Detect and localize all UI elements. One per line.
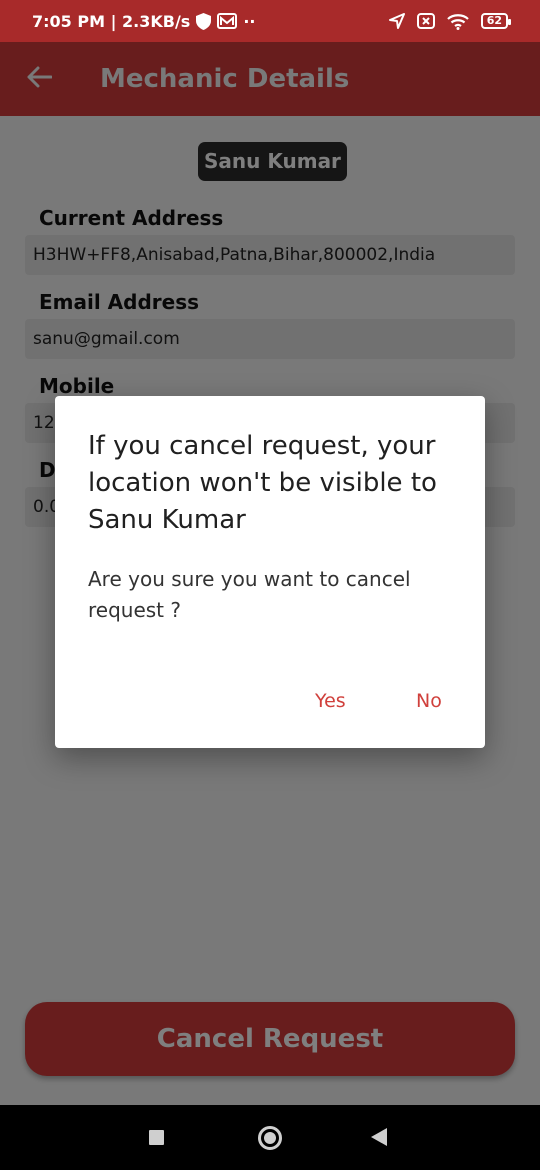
dialog-message: Are you sure you want to cancel request …: [88, 567, 411, 622]
status-bar: 7:05 PM | 2.3KB/s ·· 62: [0, 0, 540, 42]
status-time-speed: 7:05 PM | 2.3KB/s: [32, 11, 191, 31]
location-arrow-icon: [388, 13, 405, 29]
shield-icon: [196, 12, 212, 30]
yes-button[interactable]: Yes: [315, 690, 346, 712]
recents-button[interactable]: [148, 1129, 165, 1150]
battery-icon: 62: [480, 13, 512, 29]
system-back-button[interactable]: [370, 1127, 388, 1151]
x-box-icon: [416, 13, 435, 29]
dialog-title: If you cancel request, your location won…: [88, 431, 437, 535]
wifi-icon: [446, 13, 469, 30]
square-recents-icon: [148, 1129, 165, 1150]
cancel-confirm-dialog: If you cancel request, your location won…: [55, 396, 485, 748]
more-dots-icon: ··: [243, 11, 256, 31]
mail-icon: [217, 13, 238, 29]
triangle-back-icon: [370, 1127, 388, 1151]
circle-home-icon: [257, 1125, 283, 1155]
home-button[interactable]: [257, 1125, 283, 1155]
system-nav-bar: [0, 1105, 540, 1170]
no-button[interactable]: No: [416, 690, 442, 712]
